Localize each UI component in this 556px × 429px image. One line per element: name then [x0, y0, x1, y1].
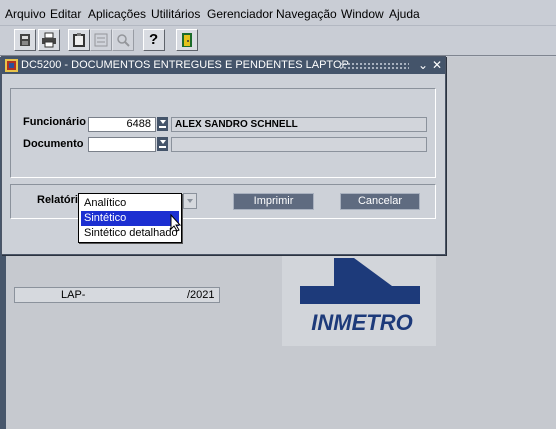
mouse-cursor-icon	[170, 214, 182, 232]
documento-lov-button[interactable]	[157, 137, 168, 151]
title-grip	[339, 62, 409, 69]
chevron-down-icon	[187, 199, 193, 203]
restore-button[interactable]: ⌄	[416, 58, 430, 72]
dialog-title: DC5200 - DOCUMENTOS ENTREGUES E PENDENTE…	[21, 59, 349, 71]
help-icon: ?	[149, 31, 159, 48]
funcionario-label: Funcionário	[23, 116, 86, 128]
save-icon	[20, 34, 30, 46]
edit-form-button[interactable]	[90, 29, 112, 51]
status-right-text: /2021	[187, 289, 215, 301]
funcionario-lov-button[interactable]	[157, 117, 168, 131]
option-analitico[interactable]: Analítico	[81, 196, 179, 211]
imprimir-button[interactable]: Imprimir	[233, 193, 314, 210]
status-field: LAP- /2021	[14, 287, 220, 303]
menu-utilitarios[interactable]: Utilitários	[151, 7, 200, 21]
documento-field[interactable]	[88, 137, 156, 152]
menu-arquivo[interactable]: Arquivo	[5, 7, 46, 21]
status-left-text: LAP-	[61, 289, 86, 301]
relatorio-dropdown-list: Analítico Sintético Sintético detalhado	[78, 193, 182, 243]
magnifier-icon	[117, 34, 130, 47]
app-icon	[5, 59, 18, 72]
clipboard-icon	[73, 33, 85, 47]
documento-name	[171, 137, 427, 152]
search-button[interactable]	[112, 29, 134, 51]
close-button[interactable]: ✕	[430, 58, 444, 72]
option-sintetico[interactable]: Sintético	[81, 211, 179, 226]
dialog-window: DC5200 - DOCUMENTOS ENTREGUES E PENDENTE…	[1, 56, 446, 303]
inmetro-logo: INMETRO	[282, 250, 436, 346]
menu-window[interactable]: Window	[341, 7, 384, 21]
edit-form-icon	[94, 33, 108, 47]
exit-door-icon	[182, 33, 192, 47]
cancelar-button[interactable]: Cancelar	[340, 193, 420, 210]
relatorio-dropdown-arrow[interactable]	[183, 193, 197, 209]
option-sintetico-detalhado[interactable]: Sintético detalhado	[81, 226, 179, 241]
menu-navegacao[interactable]: Navegação	[276, 7, 337, 21]
documento-label: Documento	[23, 138, 84, 150]
menu-ajuda[interactable]: Ajuda	[389, 7, 420, 21]
fields-panel	[10, 88, 436, 178]
menu-aplicacoes[interactable]: Aplicações	[88, 7, 146, 21]
exit-button[interactable]	[176, 29, 198, 51]
inmetro-logo-text: INMETRO	[311, 310, 412, 335]
funcionario-field[interactable]: 6488	[88, 117, 156, 132]
title-bar[interactable]: DC5200 - DOCUMENTOS ENTREGUES E PENDENTE…	[2, 57, 445, 74]
menu-gerenciador[interactable]: Gerenciador	[207, 7, 273, 21]
print-button[interactable]	[38, 29, 60, 51]
save-button[interactable]	[14, 29, 36, 51]
menu-editar[interactable]: Editar	[50, 7, 81, 21]
help-button[interactable]: ?	[143, 29, 165, 51]
print-icon	[42, 32, 56, 48]
clipboard-button[interactable]	[68, 29, 90, 51]
funcionario-name: ALEX SANDRO SCHNELL	[171, 117, 427, 132]
menu-bar: Arquivo Editar Aplicações Utilitários Ge…	[0, 0, 556, 26]
toolbar: ?	[0, 26, 556, 56]
inmetro-logo-mark: INMETRO	[300, 258, 420, 335]
